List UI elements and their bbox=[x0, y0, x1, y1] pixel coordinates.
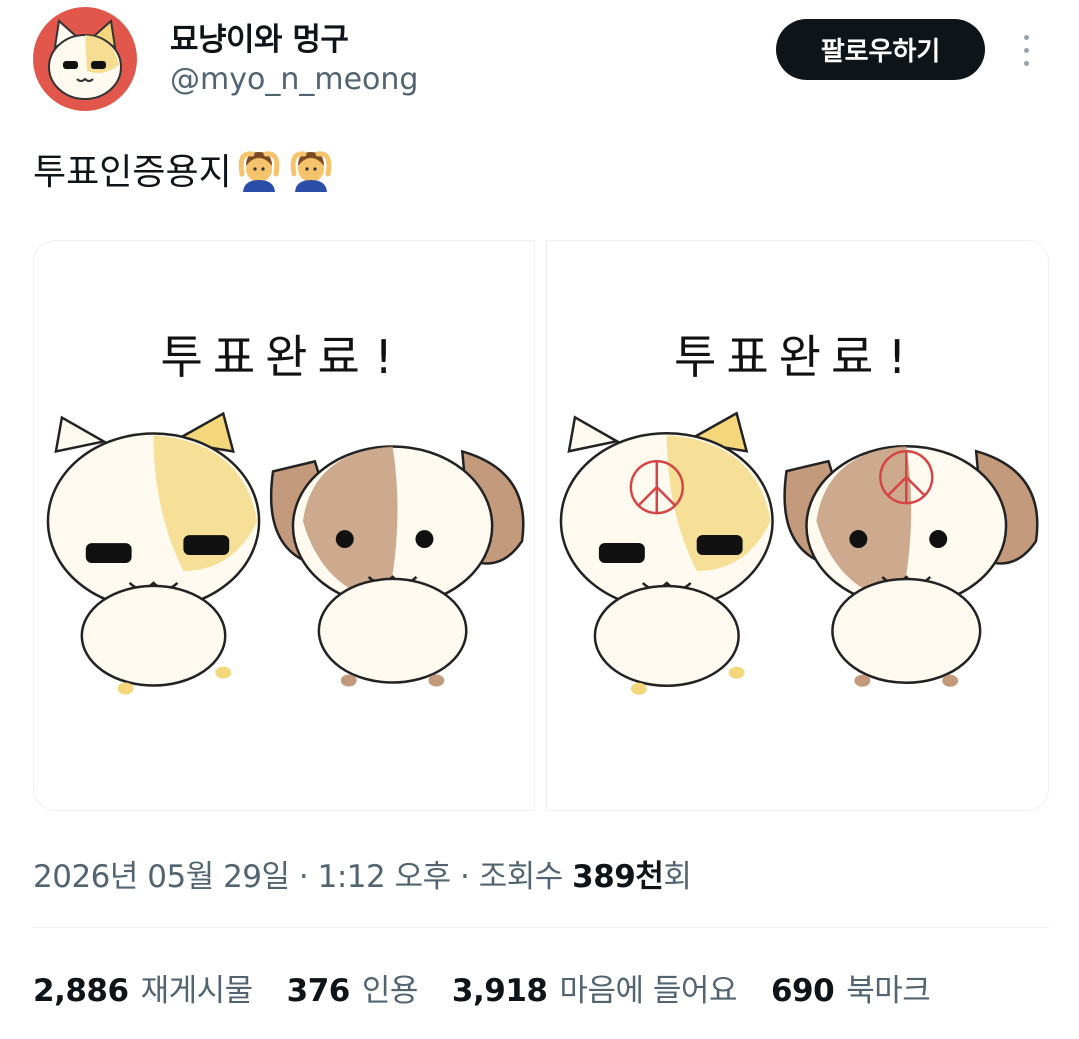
engagement-stats: 2,886 재게시물 376 인용 3,918 마음에 들어요 690 북마크 bbox=[33, 965, 931, 1010]
post-date[interactable]: 2026년 05월 29일 bbox=[33, 859, 290, 895]
cat-avatar-icon bbox=[48, 19, 122, 100]
likes-count: 3,918 bbox=[451, 973, 548, 1009]
tweet-body: 투표인증용지 bbox=[33, 152, 232, 193]
tweet-text: 투표인증용지 bbox=[33, 143, 336, 195]
retweets-label: 재게시물 bbox=[140, 973, 254, 1009]
meta-separator: · bbox=[450, 859, 479, 895]
quotes-label: 인용 bbox=[361, 973, 419, 1009]
retweets-count: 2,886 bbox=[33, 973, 129, 1009]
quotes-count: 376 bbox=[286, 973, 351, 1009]
cat-and-dog-stamped-illustration bbox=[559, 411, 1039, 695]
retweets-stat[interactable]: 2,886 재게시물 bbox=[33, 965, 253, 1010]
more-options-icon[interactable] bbox=[1006, 24, 1046, 76]
media-image-1[interactable]: 투표완료! bbox=[33, 240, 535, 811]
divider bbox=[33, 927, 1049, 928]
author-handle[interactable]: @myo_n_meong bbox=[170, 62, 418, 97]
likes-label: 마음에 들어요 bbox=[559, 973, 737, 1009]
avatar[interactable] bbox=[33, 7, 137, 111]
tweet-meta: 2026년 05월 29일 · 1:12 오후 · 조회수 389천회 bbox=[33, 851, 692, 896]
meta-separator: · bbox=[289, 859, 318, 895]
bookmarks-count: 690 bbox=[770, 973, 835, 1009]
bookmarks-stat[interactable]: 690 북마크 bbox=[770, 965, 931, 1010]
media-image-2[interactable]: 투표완료! bbox=[546, 240, 1049, 811]
bookmarks-label: 북마크 bbox=[846, 973, 931, 1009]
media-caption-1: 투표완료! bbox=[160, 330, 408, 384]
views-suffix: 회 bbox=[663, 859, 692, 895]
post-time[interactable]: 1:12 오후 bbox=[318, 859, 452, 895]
views-label: 조회수 bbox=[478, 859, 573, 895]
likes-stat[interactable]: 3,918 마음에 들어요 bbox=[451, 965, 738, 1010]
media-caption-2: 투표완료! bbox=[674, 330, 921, 384]
views-count: 389천 bbox=[572, 859, 664, 895]
cat-and-dog-illustration bbox=[46, 411, 525, 695]
person-gesturing-ok-emoji-1 bbox=[238, 151, 280, 192]
follow-button[interactable]: 팔로우하기 bbox=[776, 19, 985, 80]
quotes-stat[interactable]: 376 인용 bbox=[286, 965, 419, 1010]
author-display-name[interactable]: 묘냥이와 멍구 bbox=[170, 14, 349, 59]
person-gesturing-ok-emoji-2 bbox=[290, 151, 332, 192]
